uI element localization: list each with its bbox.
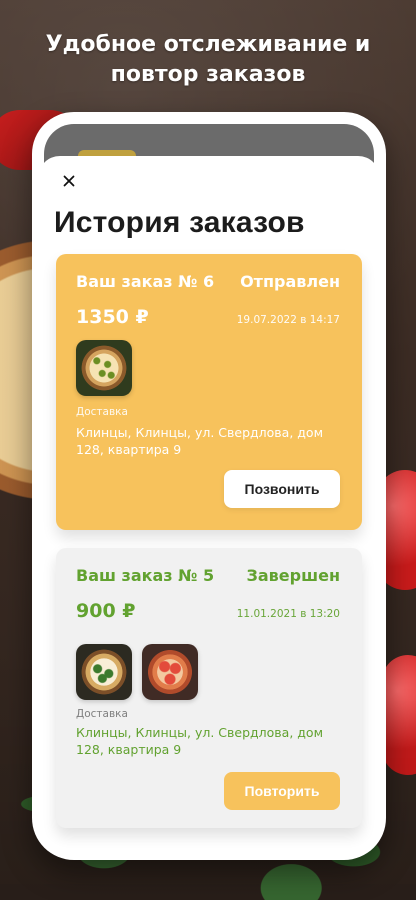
delivery-address: Клинцы, Клинцы, ул. Свердлова, дом 128, … — [76, 725, 323, 757]
order-status: Завершен — [246, 566, 341, 585]
orders-history-sheet: История заказов Ваш заказ № 6 Отправлен … — [38, 156, 380, 848]
order-status: Отправлен — [240, 272, 340, 291]
pizza-thumbnail — [142, 644, 198, 700]
pizza-thumbnail — [76, 644, 132, 700]
order-meta: 1350 ₽ 19.07.2022 в 14:17 — [76, 306, 340, 328]
repeat-button[interactable]: Повторить — [224, 772, 340, 810]
pizza-thumbnail — [76, 340, 132, 396]
order-header: Ваш заказ № 6 Отправлен — [76, 272, 340, 291]
delivery-label: Доставка — [76, 406, 128, 418]
order-datetime: 11.01.2021 в 13:20 — [236, 608, 340, 620]
order-header: Ваш заказ № 5 Завершен — [76, 566, 340, 585]
order-title: Ваш заказ № 6 — [76, 272, 215, 291]
order-card[interactable]: Ваш заказ № 6 Отправлен 1350 ₽ 19.07.202… — [56, 254, 362, 530]
delivery-label: Доставка — [76, 708, 128, 720]
promo-headline: Удобное отслеживание и повтор заказов — [45, 32, 371, 87]
order-meta: 900 ₽ 11.01.2021 в 13:20 — [76, 600, 340, 622]
page-title: История заказов — [54, 206, 305, 239]
close-icon — [60, 172, 78, 194]
delivery-address: Клинцы, Клинцы, ул. Свердлова, дом 128, … — [76, 425, 323, 457]
order-items — [76, 340, 132, 396]
close-button[interactable] — [58, 172, 80, 194]
order-title: Ваш заказ № 5 — [76, 566, 215, 585]
order-card[interactable]: Ваш заказ № 5 Завершен 900 ₽ 11.01.2021 … — [56, 548, 362, 828]
order-items — [76, 644, 198, 700]
call-button[interactable]: Позвонить — [224, 470, 340, 508]
order-amount: 900 ₽ — [76, 600, 136, 622]
order-datetime: 19.07.2022 в 14:17 — [236, 314, 340, 326]
order-amount: 1350 ₽ — [76, 306, 149, 328]
